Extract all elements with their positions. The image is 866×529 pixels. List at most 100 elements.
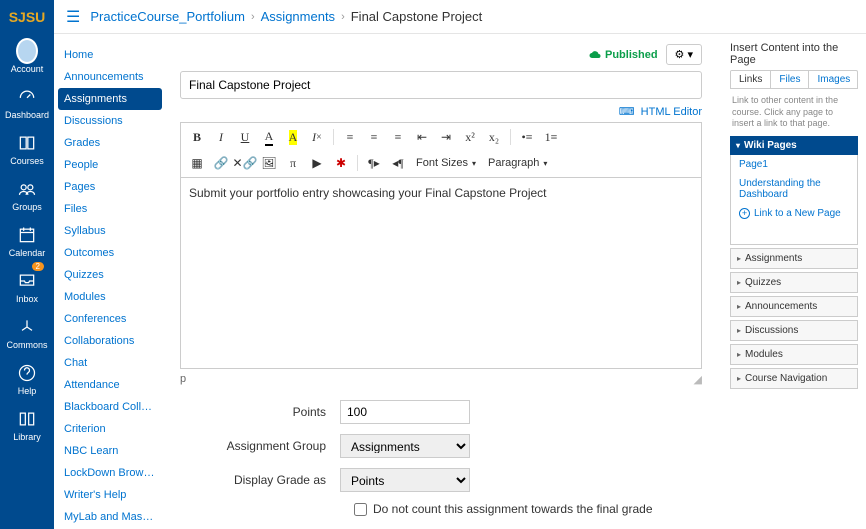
assignment-group-label: Assignment Group	[180, 439, 340, 453]
image-button[interactable]: 🖼	[259, 153, 279, 173]
course-nav-item[interactable]: People	[54, 154, 166, 176]
tab-files[interactable]: Files	[771, 71, 809, 88]
ltr-button[interactable]: ¶▸	[364, 153, 384, 173]
nav-groups[interactable]: Groups	[0, 172, 54, 218]
chevron-right-icon: ▸	[737, 374, 741, 383]
underline-button[interactable]: U	[235, 127, 255, 147]
apps-button[interactable]: ✱	[331, 153, 351, 173]
course-nav-item[interactable]: Attendance	[54, 374, 166, 396]
breadcrumb-section[interactable]: Assignments	[261, 9, 335, 24]
insert-content-panel: Insert Content into the Page Links Files…	[722, 34, 866, 529]
course-nav-item[interactable]: Syllabus	[54, 220, 166, 242]
bold-button[interactable]: B	[187, 127, 207, 147]
cloud-check-icon	[589, 49, 601, 61]
font-size-select[interactable]: Font Sizes▾	[412, 153, 480, 173]
course-nav-item[interactable]: Pages	[54, 176, 166, 198]
course-nav-item[interactable]: Outcomes	[54, 242, 166, 264]
no-count-checkbox[interactable]	[354, 503, 367, 516]
display-grade-select[interactable]: Points	[340, 468, 470, 492]
number-list-button[interactable]: 1≡	[541, 127, 561, 147]
settings-button[interactable]: ⚙ ▾	[666, 44, 702, 65]
course-nav-item[interactable]: Conferences	[54, 308, 166, 330]
nav-label: Courses	[10, 156, 44, 166]
indent-button[interactable]: ⇥	[436, 127, 456, 147]
course-nav-item[interactable]: Writer's Help	[54, 484, 166, 506]
points-input[interactable]	[340, 400, 470, 424]
breadcrumb-page: Final Capstone Project	[351, 9, 483, 24]
rte-body[interactable]: Submit your portfolio entry showcasing y…	[181, 178, 701, 368]
course-nav-item[interactable]: Discussions	[54, 110, 166, 132]
course-nav-item[interactable]: Files	[54, 198, 166, 220]
published-status: Published	[589, 49, 658, 61]
align-left-button[interactable]: ≡	[340, 127, 360, 147]
accordion-item[interactable]: ▸Modules	[730, 344, 858, 365]
resize-handle-icon[interactable]: ◢	[694, 373, 702, 386]
paragraph-select[interactable]: Paragraph▾	[484, 153, 551, 173]
bg-color-button[interactable]: A	[283, 127, 303, 147]
tab-images[interactable]: Images	[809, 71, 858, 88]
hamburger-icon[interactable]: ☰	[66, 7, 80, 27]
italic-button[interactable]: I	[211, 127, 231, 147]
course-nav-item[interactable]: MyLab and Maste...	[54, 506, 166, 528]
wiki-link[interactable]: Page1	[731, 155, 857, 174]
html-editor-link[interactable]: HTML Editor	[641, 106, 702, 118]
accordion-item[interactable]: ▸Quizzes	[730, 272, 858, 293]
clear-format-button[interactable]: I×	[307, 127, 327, 147]
course-nav-item[interactable]: Chat	[54, 352, 166, 374]
accordion-item[interactable]: ▸Assignments	[730, 248, 858, 269]
course-nav-item[interactable]: Announcements	[54, 66, 166, 88]
outdent-button[interactable]: ⇤	[412, 127, 432, 147]
course-nav-item[interactable]: Grades	[54, 132, 166, 154]
breadcrumb-sep: ›	[341, 11, 345, 23]
assignment-title-input[interactable]	[180, 71, 702, 99]
wiki-pages-body: Page1 Understanding the Dashboard +Link …	[730, 155, 858, 245]
keyboard-icon[interactable]: ⌨	[619, 105, 635, 118]
nav-courses[interactable]: Courses	[0, 126, 54, 172]
bullet-list-button[interactable]: •≡	[517, 127, 537, 147]
link-button[interactable]: 🔗	[211, 153, 231, 173]
subscript-button[interactable]: x₂	[484, 127, 504, 147]
course-nav: HomeAnnouncementsAssignmentsDiscussionsG…	[54, 34, 166, 529]
nav-dashboard[interactable]: Dashboard	[0, 80, 54, 126]
nav-help[interactable]: Help	[0, 356, 54, 402]
tab-links[interactable]: Links	[731, 71, 771, 88]
rtl-button[interactable]: ◂¶	[388, 153, 408, 173]
course-nav-item[interactable]: Modules	[54, 286, 166, 308]
align-right-button[interactable]: ≡	[388, 127, 408, 147]
nav-calendar[interactable]: Calendar	[0, 218, 54, 264]
rte-toolbar: B I U A A I× ≡ ≡ ≡ ⇤ ⇥ x² x₂ •≡ 1≡ ▦ 🔗 ✕…	[181, 123, 701, 178]
nav-account[interactable]: Account	[0, 34, 54, 80]
assignment-group-select[interactable]: Assignments	[340, 434, 470, 458]
points-label: Points	[180, 405, 340, 419]
new-page-link[interactable]: +Link to a New Page	[731, 204, 857, 223]
global-nav: SJSU Account Dashboard Courses Groups Ca…	[0, 0, 54, 529]
accordion-item[interactable]: ▸Course Navigation	[730, 368, 858, 389]
accordion-item[interactable]: ▸Announcements	[730, 296, 858, 317]
unlink-button[interactable]: ✕🔗	[235, 153, 255, 173]
chevron-right-icon: ▸	[737, 278, 741, 287]
nav-commons[interactable]: Commons	[0, 310, 54, 356]
course-nav-item[interactable]: Blackboard Collab...	[54, 396, 166, 418]
superscript-button[interactable]: x²	[460, 127, 480, 147]
align-center-button[interactable]: ≡	[364, 127, 384, 147]
course-nav-item[interactable]: Assignments	[58, 88, 162, 110]
course-nav-item[interactable]: Home	[54, 44, 166, 66]
course-nav-item[interactable]: LockDown Brows...	[54, 462, 166, 484]
accordion-item[interactable]: ▸Discussions	[730, 320, 858, 341]
wiki-link[interactable]: Understanding the Dashboard	[731, 174, 857, 204]
inbox-badge: 2	[32, 262, 44, 271]
nav-library[interactable]: Library	[0, 402, 54, 448]
breadcrumb-course[interactable]: PracticeCourse_Portfolium	[90, 9, 245, 24]
course-nav-item[interactable]: Criterion	[54, 418, 166, 440]
nav-inbox[interactable]: 2 Inbox	[0, 264, 54, 310]
table-button[interactable]: ▦	[187, 153, 207, 173]
courses-icon	[16, 132, 38, 154]
course-nav-item[interactable]: NBC Learn	[54, 440, 166, 462]
wiki-pages-header[interactable]: ▾Wiki Pages	[730, 136, 858, 155]
text-color-button[interactable]: A	[259, 127, 279, 147]
media-button[interactable]: ▶	[307, 153, 327, 173]
course-nav-item[interactable]: Collaborations	[54, 330, 166, 352]
no-count-label: Do not count this assignment towards the…	[373, 502, 653, 516]
course-nav-item[interactable]: Quizzes	[54, 264, 166, 286]
equation-button[interactable]: π	[283, 153, 303, 173]
